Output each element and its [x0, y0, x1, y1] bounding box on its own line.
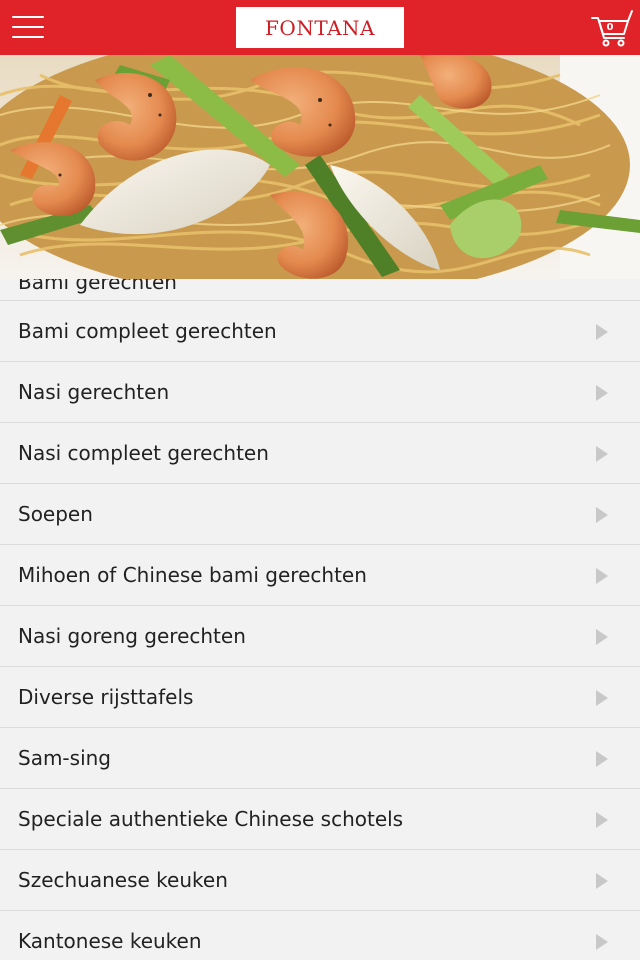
hamburger-menu-icon[interactable]	[12, 16, 44, 40]
banner-image	[0, 55, 640, 279]
list-item-label: Sam-sing	[18, 746, 111, 770]
list-item-label: Speciale authentieke Chinese schotels	[18, 807, 404, 831]
list-item[interactable]: Nasi compleet gerechten	[0, 423, 640, 484]
shopping-cart-button[interactable]: 0	[590, 8, 634, 48]
chevron-right-icon	[596, 507, 608, 523]
list-item-label: Bami compleet gerechten	[18, 319, 277, 343]
list-item[interactable]: Szechuanese keuken	[0, 850, 640, 911]
list-item[interactable]: Speciale authentieke Chinese schotels	[0, 789, 640, 850]
list-item[interactable]: Sam-sing	[0, 728, 640, 789]
chevron-right-icon	[596, 751, 608, 767]
list-item[interactable]: Soepen	[0, 484, 640, 545]
list-item-label: Nasi gerechten	[18, 380, 170, 404]
category-list: Bami gerechten Bami compleet gerechten N…	[0, 240, 640, 960]
chevron-right-icon	[596, 385, 608, 401]
chevron-right-icon	[596, 446, 608, 462]
chevron-right-icon	[596, 568, 608, 584]
cart-count-badge: 0	[606, 22, 614, 33]
list-item-label: Nasi goreng gerechten	[18, 624, 246, 648]
noodle-dish-photo	[0, 55, 640, 279]
menu-line	[12, 26, 44, 28]
list-item[interactable]: Nasi goreng gerechten	[0, 606, 640, 667]
menu-line	[12, 16, 44, 18]
chevron-right-icon	[596, 812, 608, 828]
chevron-right-icon	[596, 629, 608, 645]
top-navigation-bar: FONTANA 0	[0, 0, 640, 55]
chevron-right-icon	[596, 934, 608, 950]
list-item-label: Szechuanese keuken	[18, 868, 228, 892]
list-item[interactable]: Diverse rijsttafels	[0, 667, 640, 728]
list-item-label: Soepen	[18, 502, 93, 526]
app-screen: Bami gerechten Bami compleet gerechten N…	[0, 0, 640, 960]
chevron-right-icon	[596, 324, 608, 340]
brand-logo[interactable]: FONTANA	[236, 7, 404, 48]
list-item-label: Nasi compleet gerechten	[18, 441, 269, 465]
list-item-label: Mihoen of Chinese bami gerechten	[18, 563, 367, 587]
list-item[interactable]: Nasi gerechten	[0, 362, 640, 423]
menu-line	[12, 36, 44, 38]
logo-text: FONTANA	[265, 15, 375, 40]
chevron-right-icon	[596, 873, 608, 889]
list-item[interactable]: Mihoen of Chinese bami gerechten	[0, 545, 640, 606]
list-item[interactable]: Bami compleet gerechten	[0, 301, 640, 362]
chevron-right-icon	[596, 690, 608, 706]
list-item-label: Kantonese keuken	[18, 929, 202, 953]
list-item-label: Diverse rijsttafels	[18, 685, 194, 709]
list-item[interactable]: Kantonese keuken	[0, 911, 640, 960]
